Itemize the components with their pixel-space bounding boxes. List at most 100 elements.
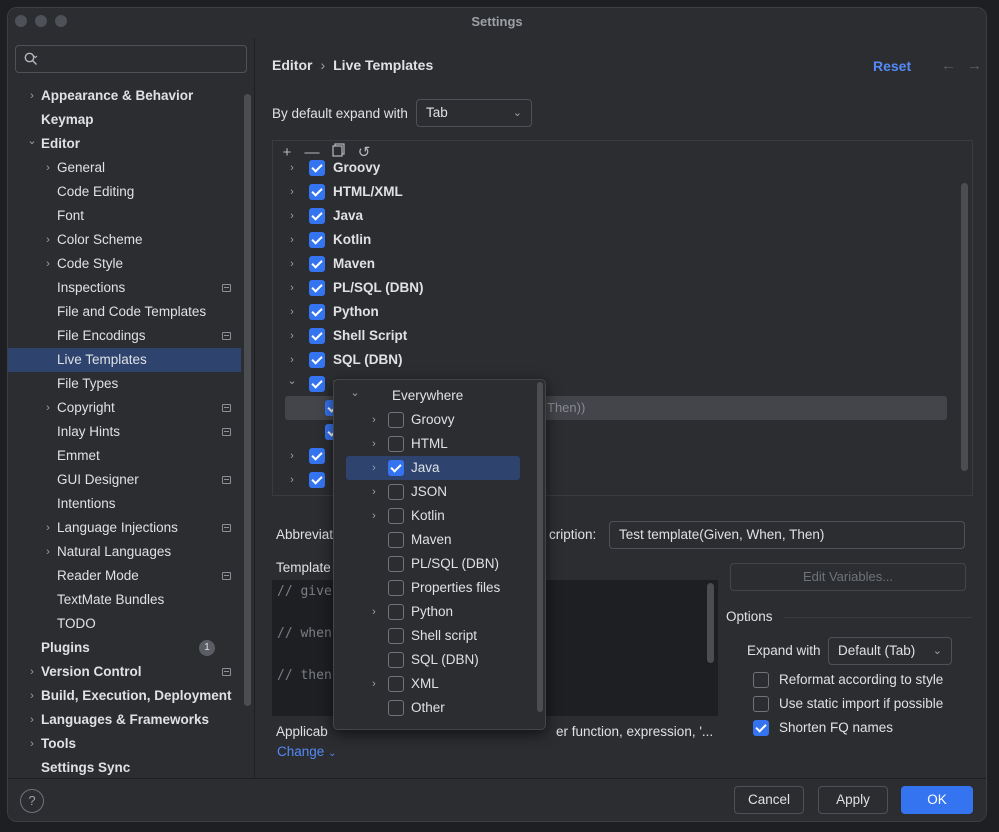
context-item-checkbox[interactable]: [388, 484, 404, 500]
chevron-right-icon[interactable]: ›: [285, 180, 299, 204]
template-group-html-xml[interactable]: › HTML/XML: [285, 180, 685, 204]
chevron-right-icon[interactable]: ›: [25, 732, 39, 756]
option-checkbox[interactable]: [753, 720, 769, 736]
chevron-down-icon[interactable]: ⌄: [25, 129, 39, 153]
sidebar-item-inspections[interactable]: Inspections: [8, 276, 241, 300]
context-item-pl-sql-dbn[interactable]: PL/SQL (DBN): [334, 552, 534, 576]
chevron-right-icon[interactable]: ›: [25, 84, 39, 108]
context-item-json[interactable]: › JSON: [334, 480, 534, 504]
context-item-groovy[interactable]: › Groovy: [334, 408, 534, 432]
reset-link[interactable]: Reset: [873, 58, 911, 74]
context-item-checkbox[interactable]: [388, 460, 404, 476]
context-item-checkbox[interactable]: [388, 604, 404, 620]
search-input[interactable]: [15, 45, 247, 73]
chevron-right-icon[interactable]: ›: [367, 504, 381, 528]
template-group-shell-script[interactable]: › Shell Script: [285, 324, 685, 348]
option-checkbox[interactable]: [753, 672, 769, 688]
sidebar-item-file-types[interactable]: File Types: [8, 372, 241, 396]
chevron-right-icon[interactable]: ›: [41, 252, 55, 276]
sidebar-item-todo[interactable]: TODO: [8, 612, 241, 636]
chevron-right-icon[interactable]: ›: [285, 324, 299, 348]
context-item-checkbox[interactable]: [388, 532, 404, 548]
context-item-maven[interactable]: Maven: [334, 528, 534, 552]
sidebar-item-code-editing[interactable]: Code Editing: [8, 180, 241, 204]
option-reformat-according-to-style[interactable]: Reformat according to style: [753, 670, 973, 692]
context-item-python[interactable]: › Python: [334, 600, 534, 624]
sidebar-item-general[interactable]: › General: [8, 156, 241, 180]
context-item-checkbox[interactable]: [388, 652, 404, 668]
templates-scrollbar[interactable]: [961, 183, 968, 471]
sidebar-item-code-style[interactable]: › Code Style: [8, 252, 241, 276]
context-item-shell-script[interactable]: Shell script: [334, 624, 534, 648]
chevron-right-icon[interactable]: ›: [285, 252, 299, 276]
context-item-java[interactable]: › Java: [346, 456, 520, 480]
sidebar-item-natural-languages[interactable]: › Natural Languages: [8, 540, 241, 564]
context-item-checkbox[interactable]: [388, 412, 404, 428]
sidebar-item-plugins[interactable]: Plugins 1: [8, 636, 241, 660]
sidebar-scrollbar[interactable]: [244, 94, 251, 706]
sidebar-item-language-injections[interactable]: › Language Injections: [8, 516, 241, 540]
context-item-kotlin[interactable]: › Kotlin: [334, 504, 534, 528]
template-group-maven[interactable]: › Maven: [285, 252, 685, 276]
change-contexts-link[interactable]: Change ⌄: [277, 744, 336, 759]
chevron-right-icon[interactable]: ›: [41, 156, 55, 180]
chevron-right-icon[interactable]: ›: [41, 396, 55, 420]
template-group-checkbox[interactable]: [309, 256, 325, 272]
sidebar-item-inlay-hints[interactable]: Inlay Hints: [8, 420, 241, 444]
template-group-checkbox[interactable]: [309, 352, 325, 368]
template-group-checkbox[interactable]: [309, 448, 325, 464]
context-item-checkbox[interactable]: [388, 556, 404, 572]
template-group-groovy[interactable]: › Groovy: [285, 156, 685, 180]
sidebar-item-intentions[interactable]: Intentions: [8, 492, 241, 516]
sidebar-item-tools[interactable]: › Tools: [8, 732, 241, 756]
template-group-java[interactable]: › Java: [285, 204, 685, 228]
context-item-xml[interactable]: › XML: [334, 672, 534, 696]
template-group-checkbox[interactable]: [309, 232, 325, 248]
template-group-checkbox[interactable]: [309, 280, 325, 296]
sidebar-item-gui-designer[interactable]: GUI Designer: [8, 468, 241, 492]
cancel-button[interactable]: Cancel: [734, 786, 804, 814]
chevron-right-icon[interactable]: ›: [367, 432, 381, 456]
template-group-checkbox[interactable]: [309, 472, 325, 488]
breadcrumb-parent[interactable]: Editor: [272, 57, 312, 73]
ok-button[interactable]: OK: [901, 786, 973, 814]
context-item-checkbox[interactable]: [388, 628, 404, 644]
sidebar-item-version-control[interactable]: › Version Control: [8, 660, 241, 684]
option-use-static-import-if-possible[interactable]: Use static import if possible: [753, 694, 973, 716]
context-item-checkbox[interactable]: [388, 508, 404, 524]
template-group-python[interactable]: › Python: [285, 300, 685, 324]
context-item-checkbox[interactable]: [369, 388, 385, 404]
chevron-right-icon[interactable]: ›: [25, 684, 39, 708]
context-item-everywhere[interactable]: ⌄ Everywhere: [334, 384, 534, 408]
context-item-checkbox[interactable]: [388, 580, 404, 596]
chevron-right-icon[interactable]: ›: [285, 300, 299, 324]
context-item-checkbox[interactable]: [388, 436, 404, 452]
sidebar-item-emmet[interactable]: Emmet: [8, 444, 241, 468]
chevron-down-icon[interactable]: ⌄: [285, 369, 299, 393]
sidebar-item-font[interactable]: Font: [8, 204, 241, 228]
chevron-right-icon[interactable]: ›: [25, 660, 39, 684]
sidebar-item-file-and-code-templates[interactable]: File and Code Templates: [8, 300, 241, 324]
chevron-right-icon[interactable]: ›: [285, 468, 299, 492]
expand-key-dropdown[interactable]: Tab ⌄: [416, 99, 532, 127]
back-arrow-icon[interactable]: ←: [941, 57, 956, 74]
template-group-checkbox[interactable]: [309, 160, 325, 176]
sidebar-item-copyright[interactable]: › Copyright: [8, 396, 241, 420]
template-group-checkbox[interactable]: [309, 304, 325, 320]
template-group-sql-dbn[interactable]: › SQL (DBN): [285, 348, 685, 372]
chevron-down-icon[interactable]: ⌄: [348, 381, 362, 405]
chevron-right-icon[interactable]: ›: [285, 444, 299, 468]
template-group-checkbox[interactable]: [309, 208, 325, 224]
template-group-checkbox[interactable]: [309, 184, 325, 200]
template-group-checkbox[interactable]: [309, 328, 325, 344]
expand-with-option-dropdown[interactable]: Default (Tab) ⌄: [828, 637, 952, 665]
sidebar-item-live-templates[interactable]: Live Templates: [8, 348, 241, 372]
chevron-right-icon[interactable]: ›: [367, 600, 381, 624]
option-shorten-fq-names[interactable]: Shorten FQ names: [753, 718, 973, 740]
chevron-right-icon[interactable]: ›: [41, 540, 55, 564]
forward-arrow-icon[interactable]: →: [967, 57, 982, 74]
help-icon[interactable]: ?: [20, 789, 44, 813]
template-group-pl-sql-dbn[interactable]: › PL/SQL (DBN): [285, 276, 685, 300]
chevron-right-icon[interactable]: ›: [367, 672, 381, 696]
chevron-right-icon[interactable]: ›: [285, 156, 299, 180]
